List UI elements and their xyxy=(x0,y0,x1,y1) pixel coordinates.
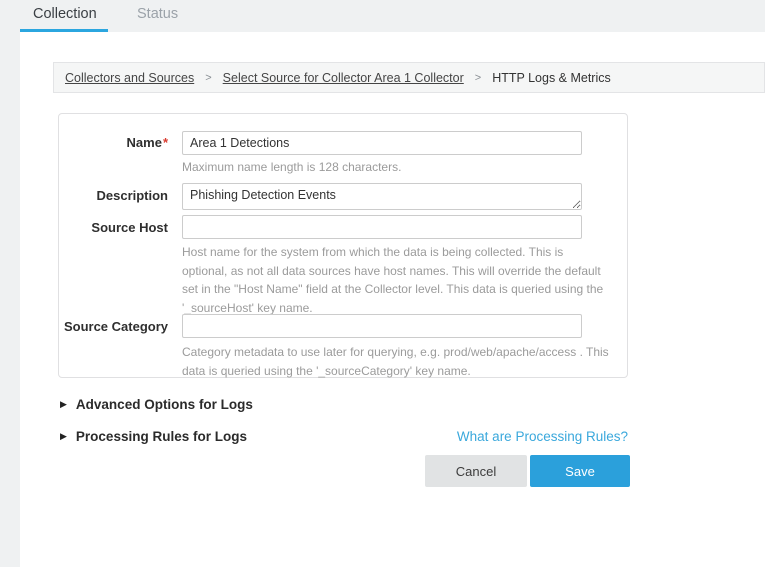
app-window: Collection Status Collectors and Sources… xyxy=(0,0,765,567)
breadcrumb-current-page: HTTP Logs & Metrics xyxy=(492,71,611,85)
processing-rules-title: Processing Rules for Logs xyxy=(76,429,247,444)
breadcrumb-separator: > xyxy=(475,72,481,84)
source-host-label: Source Host xyxy=(59,220,168,236)
name-label: Name* xyxy=(59,135,168,151)
processing-rules-section-toggle[interactable]: ▶ Processing Rules for Logs xyxy=(60,429,247,444)
advanced-options-section-toggle[interactable]: ▶ Advanced Options for Logs xyxy=(60,397,253,412)
cancel-button[interactable]: Cancel xyxy=(425,455,527,487)
source-config-card: Name* Maximum name length is 128 charact… xyxy=(58,113,628,378)
source-category-label: Source Category xyxy=(59,319,168,335)
description-textarea[interactable]: Phishing Detection Events xyxy=(182,183,582,210)
tab-collection[interactable]: Collection xyxy=(33,6,97,22)
source-host-helper-text: Host name for the system from which the … xyxy=(182,243,620,317)
breadcrumb-link-collectors-and-sources[interactable]: Collectors and Sources xyxy=(65,71,194,85)
name-input[interactable] xyxy=(182,131,582,155)
tab-status[interactable]: Status xyxy=(137,6,178,22)
source-host-input[interactable] xyxy=(182,215,582,239)
what-are-processing-rules-link[interactable]: What are Processing Rules? xyxy=(457,429,628,444)
source-category-input[interactable] xyxy=(182,314,582,338)
name-helper-text: Maximum name length is 128 characters. xyxy=(182,158,620,177)
save-button[interactable]: Save xyxy=(530,455,630,487)
breadcrumb-link-select-source[interactable]: Select Source for Collector Area 1 Colle… xyxy=(223,71,464,85)
main-content: Collectors and Sources > Select Source f… xyxy=(20,32,765,567)
collapsed-caret-icon: ▶ xyxy=(60,400,67,409)
description-label: Description xyxy=(59,188,168,204)
collapsed-caret-icon: ▶ xyxy=(60,432,67,441)
breadcrumb-separator: > xyxy=(205,72,211,84)
name-label-text: Name xyxy=(127,135,162,150)
advanced-options-title: Advanced Options for Logs xyxy=(76,397,253,412)
required-asterisk: * xyxy=(163,135,168,150)
breadcrumb: Collectors and Sources > Select Source f… xyxy=(53,62,765,93)
source-category-helper-text: Category metadata to use later for query… xyxy=(182,343,620,380)
